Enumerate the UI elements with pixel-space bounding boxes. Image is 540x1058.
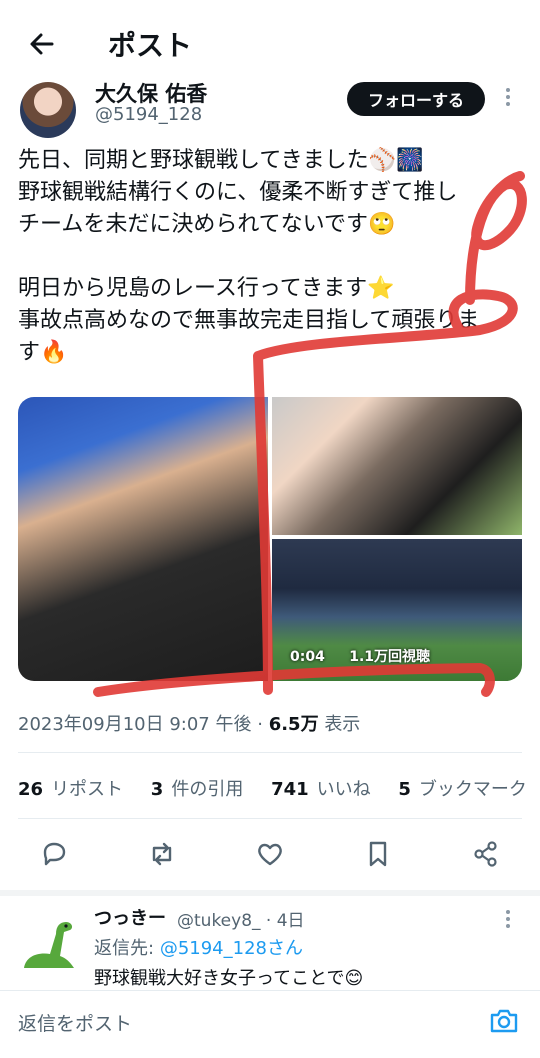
divider [18, 818, 522, 819]
bookmarks-label: ブックマーク [418, 779, 527, 800]
repost-icon[interactable] [146, 838, 178, 870]
views-label: 表示 [324, 714, 361, 735]
author-row: 大久保 佑香 @5194_128 フォローする [0, 80, 540, 140]
reposts-count: 26 [18, 779, 44, 800]
reposts-label: リポスト [51, 779, 124, 800]
tweet-line: 事故点高めなので無事故完走目指して頑張りま [18, 308, 480, 333]
reply-icon[interactable] [38, 838, 70, 870]
action-bar [0, 836, 540, 876]
reposts-stat[interactable]: 26 リポスト [18, 779, 123, 800]
tweet-meta: 2023年09月10日 9:07 午後 · 6.5万 表示 [18, 710, 360, 736]
reply-input[interactable]: 返信をポスト [18, 1009, 132, 1036]
share-icon[interactable] [470, 838, 502, 870]
like-heart-icon[interactable] [254, 838, 286, 870]
reply-composer: 返信をポスト [0, 990, 540, 1058]
likes-count: 741 [271, 779, 309, 800]
top-bar: ポスト [0, 0, 540, 86]
likes-label: いいね [316, 779, 371, 800]
back-arrow-icon[interactable] [26, 28, 58, 60]
tweet-line: 野球観戦結構行くのに、優柔不断すぎて推し [18, 180, 458, 205]
quotes-count: 3 [150, 779, 164, 800]
tweet-line: 明日から児島のレース行ってきます⭐ [18, 276, 395, 301]
quotes-label: 件の引用 [171, 779, 244, 800]
quotes-stat[interactable]: 3 件の引用 [151, 779, 244, 800]
photo-stadium-selfie[interactable] [18, 397, 268, 681]
reply-author-name[interactable]: つっきー [94, 904, 166, 930]
views-count: 6.5万 [268, 714, 319, 735]
author-handle[interactable]: @5194_128 [95, 104, 202, 125]
line-gap [18, 241, 528, 273]
tweet-line: 先日、同期と野球観戦してきました⚾🎆 [18, 148, 424, 173]
author-avatar[interactable] [20, 82, 76, 138]
video-info: 0:04 1.1万回視聴 [290, 646, 430, 666]
tweet-line: チームを未だに決められてないです🙄 [18, 212, 396, 237]
media-grid: 0:04 1.1万回視聴 [18, 397, 522, 681]
reply-to: 返信先: @5194_128さん [94, 934, 303, 960]
tweet-text: 先日、同期と野球観戦してきました⚾🎆 野球観戦結構行くのに、優柔不断すぎて推し … [18, 145, 528, 369]
video-views: 1.1万回視聴 [349, 649, 431, 665]
bookmarks-count: 5 [398, 779, 411, 800]
tweet-line: す🔥 [18, 340, 68, 365]
divider [18, 752, 522, 753]
photo-group-selfie[interactable] [272, 397, 522, 535]
bookmark-icon[interactable] [362, 838, 394, 870]
reply-author-handle[interactable]: @tukey8_ · 4日 [177, 906, 305, 931]
reply-to-label: 返信先: [94, 938, 155, 959]
tweet-stats: 26 リポスト 3 件の引用 741 いいね 5 ブックマーク [18, 775, 540, 801]
reply-to-handle-link[interactable]: @5194_128さん [160, 938, 303, 959]
camera-icon[interactable] [488, 1005, 520, 1037]
video-duration: 0:04 [290, 649, 325, 665]
meta-separator: · [257, 714, 263, 735]
reply-item[interactable]: つっきー @tukey8_ · 4日 返信先: @5194_128さん 野球観戦… [0, 890, 540, 990]
reply-text: 野球観戦大好き女子ってことで😊 [94, 968, 364, 989]
likes-stat[interactable]: 741 いいね [271, 779, 371, 800]
tweet-datetime[interactable]: 2023年09月10日 9:07 午後 [18, 714, 251, 735]
bookmarks-stat[interactable]: 5 ブックマーク [398, 779, 527, 800]
page-title: ポスト [108, 29, 193, 62]
dinosaur-avatar-icon[interactable] [20, 912, 78, 972]
reply-more-options-icon[interactable] [502, 908, 514, 932]
more-options-icon[interactable] [502, 86, 514, 110]
follow-button[interactable]: フォローする [347, 82, 485, 116]
